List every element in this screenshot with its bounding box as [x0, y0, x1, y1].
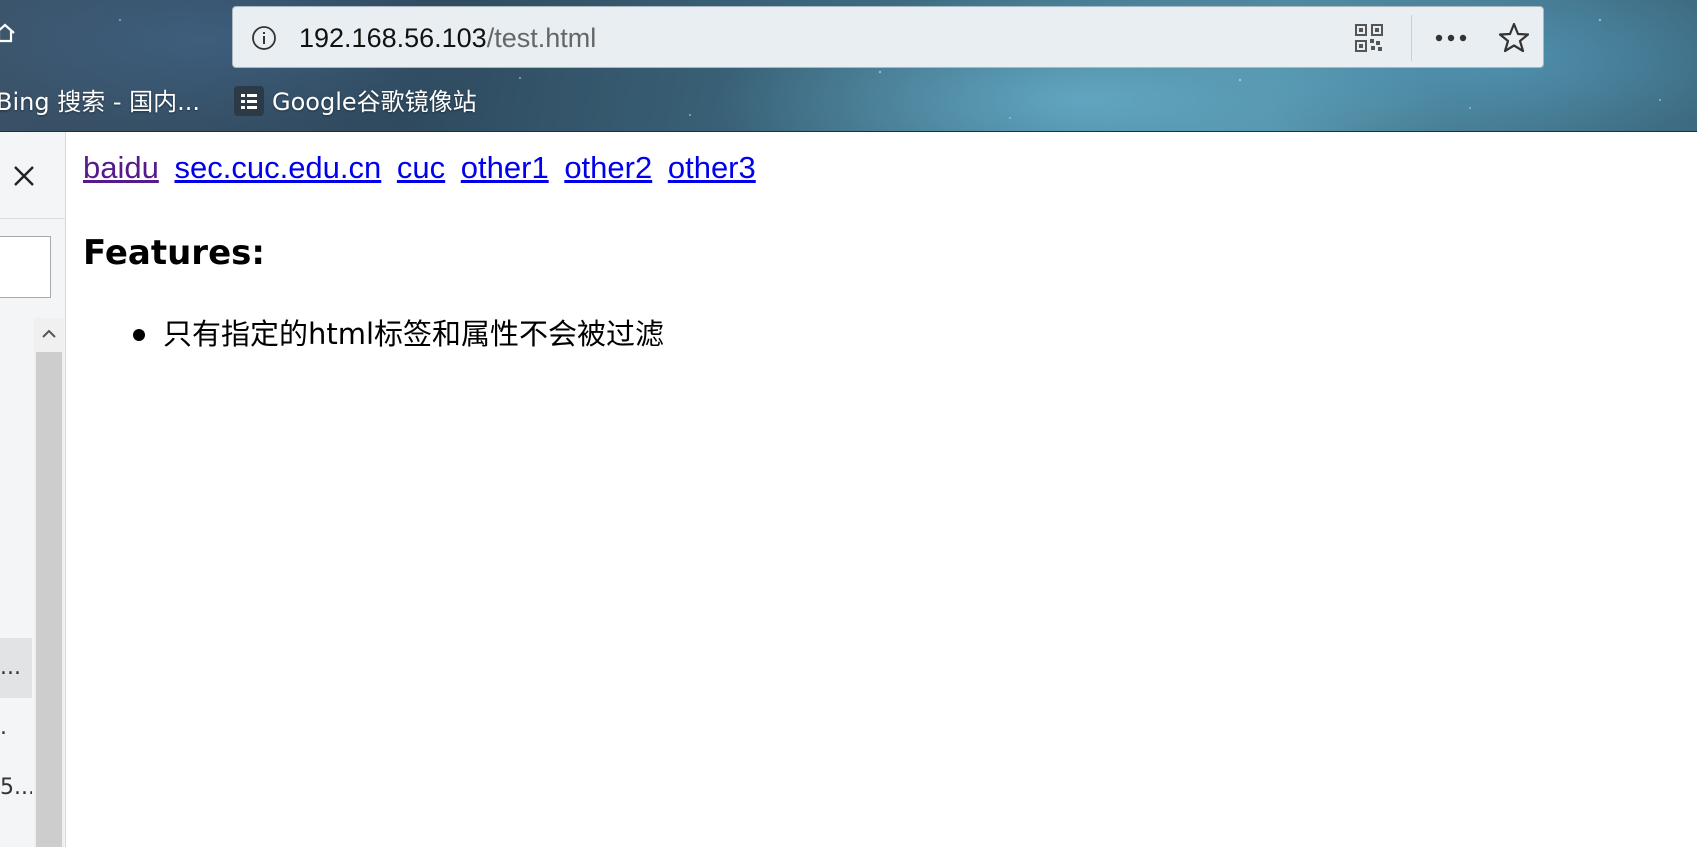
address-bar[interactable]: 192.168.56.103/test.html	[232, 6, 1544, 68]
link-other1[interactable]: other1	[461, 150, 549, 185]
features-list: 只有指定的html标签和属性不会被过滤	[83, 314, 664, 354]
url-host: 192.168.56.103	[299, 23, 487, 53]
url-text[interactable]: 192.168.56.103/test.html	[299, 21, 596, 55]
bookmark-bing[interactable]: Bing 搜索 - 国内...	[0, 84, 200, 120]
scroll-up-arrow-icon[interactable]	[34, 318, 64, 350]
list-item: 只有指定的html标签和属性不会被过滤	[83, 314, 664, 354]
sidebar-item-label: ...	[0, 655, 21, 680]
bookmark-label: Google谷歌镜像站	[272, 88, 477, 116]
bookmarks-toolbar: Bing 搜索 - 国内... Google谷歌镜像站	[0, 84, 1697, 120]
bookmark-google-mirror[interactable]: Google谷歌镜像站	[234, 84, 477, 120]
bookmark-label: Bing 搜索 - 国内...	[0, 88, 201, 116]
qr-code-icon[interactable]	[1355, 24, 1383, 52]
sidebar-item-label: .	[0, 715, 7, 740]
bookmark-star-icon[interactable]	[1497, 21, 1531, 55]
browser-toolbar: 192.168.56.103/test.html Bing 搜索 - 国内...…	[0, 0, 1697, 132]
link-other3[interactable]: other3	[668, 150, 756, 185]
sidebar-scrollbar[interactable]	[34, 318, 64, 847]
bullet-icon	[133, 329, 145, 341]
url-bar-separator	[1411, 15, 1412, 61]
info-icon[interactable]	[251, 25, 277, 51]
link-sec-cuc[interactable]: sec.cuc.edu.cn	[174, 150, 381, 185]
link-other2[interactable]: other2	[564, 150, 652, 185]
sidebar-panel: ... . 5...	[0, 132, 66, 847]
bookmark-page-icon	[234, 86, 264, 116]
close-icon[interactable]	[12, 164, 36, 188]
panel-divider	[0, 218, 66, 219]
link-baidu[interactable]: baidu	[83, 150, 159, 185]
sidebar-search-input[interactable]	[0, 236, 51, 298]
more-icon[interactable]	[1433, 27, 1469, 49]
scrollbar-thumb[interactable]	[36, 352, 62, 847]
sidebar-item-label: 5...	[0, 775, 32, 800]
feature-text: 只有指定的html标签和属性不会被过滤	[163, 317, 665, 351]
sidebar-list-item[interactable]: 5...	[0, 758, 32, 818]
link-row: baidu sec.cuc.edu.cn cuc other1 other2 o…	[83, 148, 763, 188]
sidebar-list-item[interactable]: .	[0, 698, 32, 758]
link-cuc[interactable]: cuc	[397, 150, 445, 185]
sidebar-list-item[interactable]: ...	[0, 638, 32, 698]
home-icon[interactable]	[0, 22, 16, 44]
features-heading: Features:	[83, 233, 265, 273]
url-path: /test.html	[486, 23, 597, 53]
